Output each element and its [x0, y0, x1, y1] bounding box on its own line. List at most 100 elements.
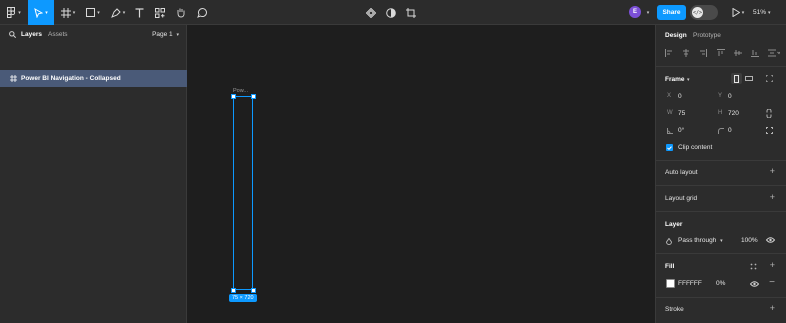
- distribute-icon[interactable]: [768, 49, 780, 57]
- align-right-icon[interactable]: [699, 49, 707, 57]
- hand-tool-button[interactable]: [173, 0, 189, 25]
- text-icon: [135, 7, 143, 17]
- comment-tool-button[interactable]: [194, 0, 210, 25]
- chevron-down-icon: ▾: [122, 9, 126, 16]
- cursor-icon: [34, 7, 44, 18]
- resize-handle-top-right[interactable]: [251, 94, 256, 99]
- chevron-down-icon: ▾: [741, 9, 745, 16]
- canvas[interactable]: Pow... 75 × 720: [187, 25, 655, 323]
- landscape-icon[interactable]: [745, 76, 753, 81]
- search-icon[interactable]: [9, 31, 16, 38]
- add-layout-grid-icon[interactable]: +: [770, 193, 775, 202]
- clip-content-label: Clip content: [678, 144, 713, 151]
- chevron-down-icon: ▾: [72, 9, 76, 16]
- height-field[interactable]: 720: [728, 110, 739, 117]
- resize-to-fit-icon[interactable]: [766, 75, 773, 82]
- selected-frame[interactable]: [233, 96, 253, 290]
- shape-tool-button[interactable]: ▾: [82, 0, 104, 25]
- width-field[interactable]: 75: [678, 110, 685, 117]
- add-fill-icon[interactable]: +: [770, 261, 775, 270]
- layer-opacity-field[interactable]: 100%: [741, 237, 758, 244]
- zoom-level: 51%: [753, 9, 767, 16]
- portrait-orientation-button[interactable]: [731, 73, 742, 84]
- tab-assets[interactable]: Assets: [48, 31, 68, 38]
- fill-hex-field[interactable]: FFFFFF: [678, 280, 702, 287]
- align-center-vertical-icon[interactable]: [734, 49, 742, 57]
- align-left-icon[interactable]: [665, 49, 673, 57]
- page-selector[interactable]: Page 1 ▾: [152, 31, 179, 38]
- w-label: W: [667, 110, 673, 116]
- remove-fill-icon[interactable]: −: [769, 278, 775, 288]
- fill-section-title: Fill: [665, 263, 675, 270]
- layer-section-title: Layer: [665, 221, 683, 228]
- fill-color-swatch[interactable]: [666, 279, 675, 288]
- corner-radius-field[interactable]: 0: [728, 127, 732, 134]
- move-tool-button[interactable]: ▾: [28, 0, 54, 25]
- components-icon: [155, 7, 165, 18]
- auto-layout-label: Auto layout: [665, 169, 698, 176]
- portrait-icon: [734, 74, 739, 83]
- resize-handle-top-left[interactable]: [231, 94, 236, 99]
- text-tool-button[interactable]: [131, 0, 147, 25]
- hand-icon: [177, 8, 185, 18]
- blend-mode-select[interactable]: Pass through ▾: [678, 237, 723, 244]
- constrain-proportions-icon[interactable]: [766, 109, 772, 118]
- crop-button[interactable]: [404, 0, 418, 25]
- align-top-icon[interactable]: [717, 49, 725, 57]
- add-auto-layout-icon[interactable]: +: [770, 167, 775, 176]
- rotation-field[interactable]: 0°: [678, 127, 684, 134]
- layer-row[interactable]: Power BI Navigation - Collapsed: [0, 70, 187, 87]
- frame-section-title[interactable]: Frame: [665, 76, 685, 83]
- chevron-down-icon: ▾: [18, 9, 21, 16]
- add-stroke-icon[interactable]: +: [770, 304, 775, 313]
- eye-icon[interactable]: [766, 237, 775, 243]
- fill-opacity-field[interactable]: 0%: [716, 280, 725, 287]
- chevron-down-icon: ▾: [45, 9, 48, 16]
- style-grid-icon[interactable]: [750, 263, 757, 270]
- figma-logo-icon: [7, 7, 16, 18]
- layers-panel-tabs: Layers Assets Page 1 ▾: [0, 25, 187, 45]
- blend-drop-icon: [666, 238, 672, 245]
- page-selector-label: Page 1: [152, 31, 173, 38]
- toolbar: ▾ ▾ ▾ ▾ ▾ E ▾ Share </> ▾ 51% ▾: [0, 0, 786, 25]
- mask-button[interactable]: [384, 0, 398, 25]
- align-center-horizontal-icon[interactable]: [682, 49, 690, 57]
- present-button[interactable]: ▾: [729, 0, 747, 25]
- align-bottom-icon[interactable]: [751, 49, 759, 57]
- layout-grid-label: Layout grid: [665, 195, 698, 202]
- frame-tool-button[interactable]: ▾: [57, 0, 79, 25]
- frame-icon: [60, 7, 71, 18]
- independent-corners-icon[interactable]: [766, 127, 773, 134]
- x-field[interactable]: 0: [678, 93, 682, 100]
- dev-mode-toggle[interactable]: </>: [690, 5, 718, 20]
- chevron-down-icon[interactable]: ▾: [687, 77, 690, 83]
- rotation-icon: [667, 128, 673, 134]
- component-button[interactable]: [364, 0, 378, 25]
- y-field[interactable]: 0: [728, 93, 732, 100]
- layer-name: Power BI Navigation - Collapsed: [21, 75, 121, 82]
- play-icon: [732, 8, 740, 17]
- resize-handle-bottom-right[interactable]: [251, 288, 256, 293]
- blend-mode-value: Pass through: [678, 237, 717, 244]
- dimension-badge: 75 × 720: [229, 294, 257, 302]
- pen-tool-button[interactable]: ▾: [107, 0, 129, 25]
- contrast-icon: [386, 7, 396, 18]
- share-button[interactable]: Share: [657, 5, 686, 20]
- main-menu-button[interactable]: ▾: [3, 0, 25, 25]
- tab-layers[interactable]: Layers: [21, 31, 42, 38]
- checkmark-icon: [667, 145, 672, 150]
- resources-tool-button[interactable]: [152, 0, 168, 25]
- layers-panel: Layers Assets Page 1 ▾ Power BI Navigati…: [0, 25, 187, 323]
- y-label: Y: [718, 93, 723, 99]
- avatar[interactable]: E: [629, 6, 641, 18]
- chevron-down-icon[interactable]: ▾: [643, 0, 651, 25]
- tab-design[interactable]: Design: [665, 32, 687, 39]
- x-label: X: [667, 93, 672, 99]
- tab-prototype[interactable]: Prototype: [693, 32, 721, 39]
- chevron-down-icon: ▾: [720, 238, 723, 244]
- clip-content-checkbox[interactable]: [666, 144, 673, 151]
- resize-handle-bottom-left[interactable]: [231, 288, 236, 293]
- zoom-menu[interactable]: 51% ▾: [753, 0, 771, 25]
- eye-icon[interactable]: [750, 281, 759, 287]
- divider: [656, 253, 786, 254]
